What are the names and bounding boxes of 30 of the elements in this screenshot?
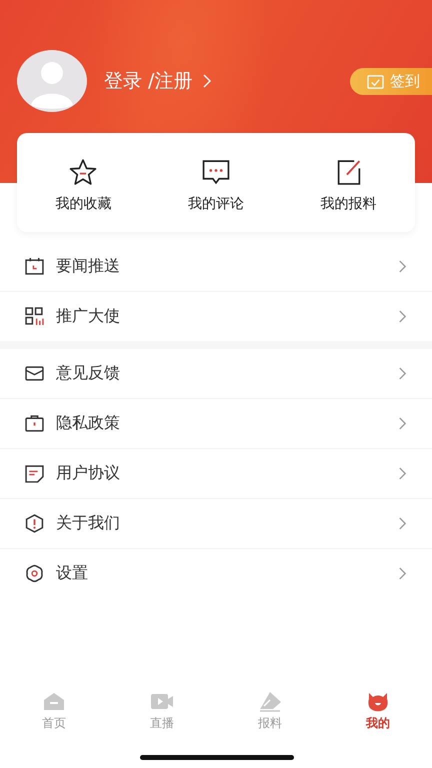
- home-icon: [41, 690, 67, 712]
- chevron-icon: [398, 367, 407, 380]
- menu-item[interactable]: 隐私政策: [0, 399, 432, 449]
- chevron-icon: [398, 567, 407, 580]
- shortcut-link[interactable]: 我的收藏: [55, 195, 112, 213]
- settings-icon: [25, 564, 44, 583]
- chevron-icon: [398, 310, 407, 323]
- chevron-icon: [398, 260, 407, 273]
- chevron-icon: [398, 517, 407, 530]
- menu-item[interactable]: 意见反馈: [0, 349, 432, 399]
- menu-item[interactable]: 设置: [0, 549, 432, 598]
- menu-item[interactable]: 推广大使: [0, 292, 432, 341]
- shortcut-link[interactable]: 我的评论: [188, 195, 244, 213]
- menu-item[interactable]: 关于我们: [0, 499, 432, 549]
- star-icon: [68, 158, 98, 186]
- chevron-icon: [398, 417, 407, 430]
- document-icon: [25, 464, 44, 483]
- grid-icon: [25, 307, 44, 326]
- avatar-icon[interactable]: [17, 50, 87, 112]
- calendar-check-icon: [367, 74, 384, 88]
- shortcut-link[interactable]: 我的报料: [320, 195, 377, 213]
- chevron-icon: [202, 74, 212, 88]
- menu-item[interactable]: 要闻推送: [0, 242, 432, 292]
- chevron-icon: [398, 467, 407, 480]
- menu-item[interactable]: 用户协议: [0, 449, 432, 499]
- alert-icon: [25, 514, 44, 533]
- calendar-icon: [25, 257, 44, 276]
- tab[interactable]: 我的: [324, 690, 432, 738]
- briefcase-icon: [25, 414, 44, 433]
- comment-icon: [200, 158, 231, 186]
